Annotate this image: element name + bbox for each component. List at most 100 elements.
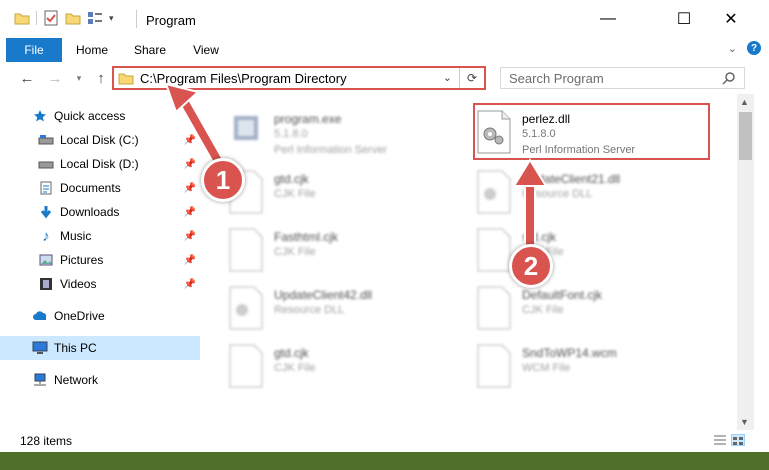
file-name: DefaultFont.cjk [522, 288, 603, 302]
scroll-thumb[interactable] [739, 112, 752, 160]
computer-icon [32, 340, 48, 356]
properties-icon[interactable] [43, 10, 59, 26]
file-type: Resource DLL [274, 304, 345, 316]
expand-ribbon-icon[interactable]: ⌄ [728, 42, 737, 55]
dll-file-icon [477, 170, 511, 214]
file-version: 5.1.8.0 [274, 128, 308, 140]
scroll-down-icon[interactable]: ▼ [740, 417, 749, 427]
file-icon [229, 344, 263, 388]
drive-icon [38, 156, 54, 172]
title-separator [136, 10, 137, 28]
details-view-icon[interactable] [713, 434, 727, 446]
up-icon[interactable]: ↑ [92, 69, 110, 87]
view-buttons [713, 434, 745, 446]
sidebar-item-label: Downloads [60, 205, 120, 219]
view-options-icon[interactable] [87, 10, 103, 26]
tab-home[interactable]: Home [70, 38, 114, 62]
pin-icon: 📌 [183, 230, 196, 242]
sidebar-item-label: Videos [60, 277, 97, 291]
highlight-box-perlez [473, 103, 710, 160]
back-icon[interactable]: ← [18, 69, 36, 87]
quick-access-toolbar: ▾ [14, 10, 114, 26]
sidebar-item-documents[interactable]: Documents 📌 [0, 176, 200, 200]
sidebar-item-downloads[interactable]: Downloads 📌 [0, 200, 200, 224]
new-folder-icon[interactable] [65, 10, 81, 26]
file-name: std.cjk [522, 230, 557, 244]
status-bar: 128 items [0, 430, 769, 452]
ribbon: File Home Share View ⌄ ? [0, 38, 769, 63]
step-1-badge: 1 [201, 158, 245, 202]
scroll-up-icon[interactable]: ▲ [740, 97, 749, 107]
search-input[interactable]: Search Program [500, 67, 745, 89]
file-item-defaultfont-cjk[interactable]: DefaultFont.cjk CJK File [476, 282, 716, 342]
file-item-updateclient21-dll[interactable]: UpdateClient21.dll Resource DLL [476, 166, 716, 226]
sidebar-item-label: Local Disk (C:) [60, 133, 139, 147]
pictures-icon [38, 252, 54, 268]
sidebar-item-videos[interactable]: Videos 📌 [0, 272, 200, 296]
vertical-scrollbar[interactable]: ▲ ▼ [737, 94, 754, 430]
file-type: Resource DLL [522, 188, 593, 200]
forward-icon[interactable]: → [46, 69, 64, 87]
file-item-sndtowp14-wcm[interactable]: SndToWP14.wcm WCM File [476, 340, 716, 400]
tab-view[interactable]: View [184, 38, 228, 62]
file-name: UpdateClient21.dll [522, 172, 621, 186]
help-icon[interactable]: ? [747, 41, 761, 55]
program-icon [234, 116, 258, 140]
sidebar-item-label: This PC [54, 341, 97, 355]
download-icon [38, 204, 54, 220]
pin-icon: 📌 [183, 278, 196, 290]
file-name: gtd.cjk [274, 172, 309, 186]
file-item-gtd-cjk-2[interactable]: gtd.cjk CJK File [228, 340, 468, 400]
dll-file-icon [229, 286, 263, 330]
window-title: Program [146, 13, 196, 28]
pin-icon: 📌 [183, 134, 196, 146]
file-icon [229, 228, 263, 272]
file-item-fasthtml-cjk[interactable]: Fasthtml.cjk CJK File [228, 224, 468, 284]
sidebar-item-label: Local Disk (D:) [60, 157, 139, 171]
pin-icon: 📌 [183, 254, 196, 266]
sidebar-item-local-disk-d[interactable]: Local Disk (D:) 📌 [0, 152, 200, 176]
star-icon [32, 108, 48, 124]
sidebar-item-local-disk-c[interactable]: Local Disk (C:) 📌 [0, 128, 200, 152]
sidebar-item-label: OneDrive [54, 309, 105, 323]
file-item-gtd-cjk[interactable]: gtd.cjk CJK File [228, 166, 468, 226]
large-icons-view-icon[interactable] [731, 434, 745, 446]
sidebar-item-pictures[interactable]: Pictures 📌 [0, 248, 200, 272]
file-name: Fasthtml.cjk [274, 230, 339, 244]
refresh-icon[interactable]: ⟳ [459, 68, 484, 88]
sidebar-item-label: Pictures [60, 253, 104, 267]
file-type: CJK File [274, 246, 316, 258]
cloud-icon [32, 308, 48, 324]
sidebar-item-network[interactable]: Network [0, 368, 200, 392]
desktop-background-strip [0, 452, 769, 470]
recent-locations-icon[interactable]: ▾ [70, 69, 88, 87]
item-count: 128 items [20, 434, 73, 448]
title-bar: ▾ Program — ☐ ✕ [0, 0, 769, 38]
minimize-button[interactable]: — [585, 0, 631, 38]
sidebar-item-quick-access[interactable]: Quick access [0, 104, 200, 128]
address-bar[interactable]: C:\Program Files\Program Directory ⌄ ⟳ [112, 66, 486, 90]
sidebar-item-label: Music [60, 229, 92, 243]
file-item-program-exe[interactable]: program.exe 5.1.8.0 Perl Information Ser… [228, 106, 468, 166]
maximize-button[interactable]: ☐ [661, 0, 707, 38]
separator [36, 11, 37, 25]
qat-dropdown-icon[interactable]: ▾ [109, 13, 114, 24]
close-button[interactable]: ✕ [708, 0, 754, 38]
tab-share[interactable]: Share [128, 38, 172, 62]
pin-icon: 📌 [183, 182, 196, 194]
pin-icon: 📌 [183, 158, 196, 170]
sidebar-item-onedrive[interactable]: OneDrive [0, 304, 200, 328]
folder-icon [14, 10, 30, 26]
tab-file[interactable]: File [6, 38, 62, 62]
file-item-updateclient42-dll[interactable]: UpdateClient42.dll Resource DLL [228, 282, 468, 342]
file-name: gtd.cjk [274, 346, 309, 360]
drive-icon [38, 132, 54, 148]
sidebar-item-label: Network [54, 373, 99, 387]
sidebar-item-this-pc[interactable]: This PC [0, 336, 200, 360]
ribbon-right-controls: ⌄ ? [728, 41, 761, 55]
sidebar-item-music[interactable]: ♪ Music 📌 [0, 224, 200, 248]
file-name: program.exe [274, 112, 342, 126]
file-icon [477, 228, 511, 272]
network-icon [32, 372, 48, 388]
address-dropdown-icon[interactable]: ⌄ [443, 71, 452, 84]
